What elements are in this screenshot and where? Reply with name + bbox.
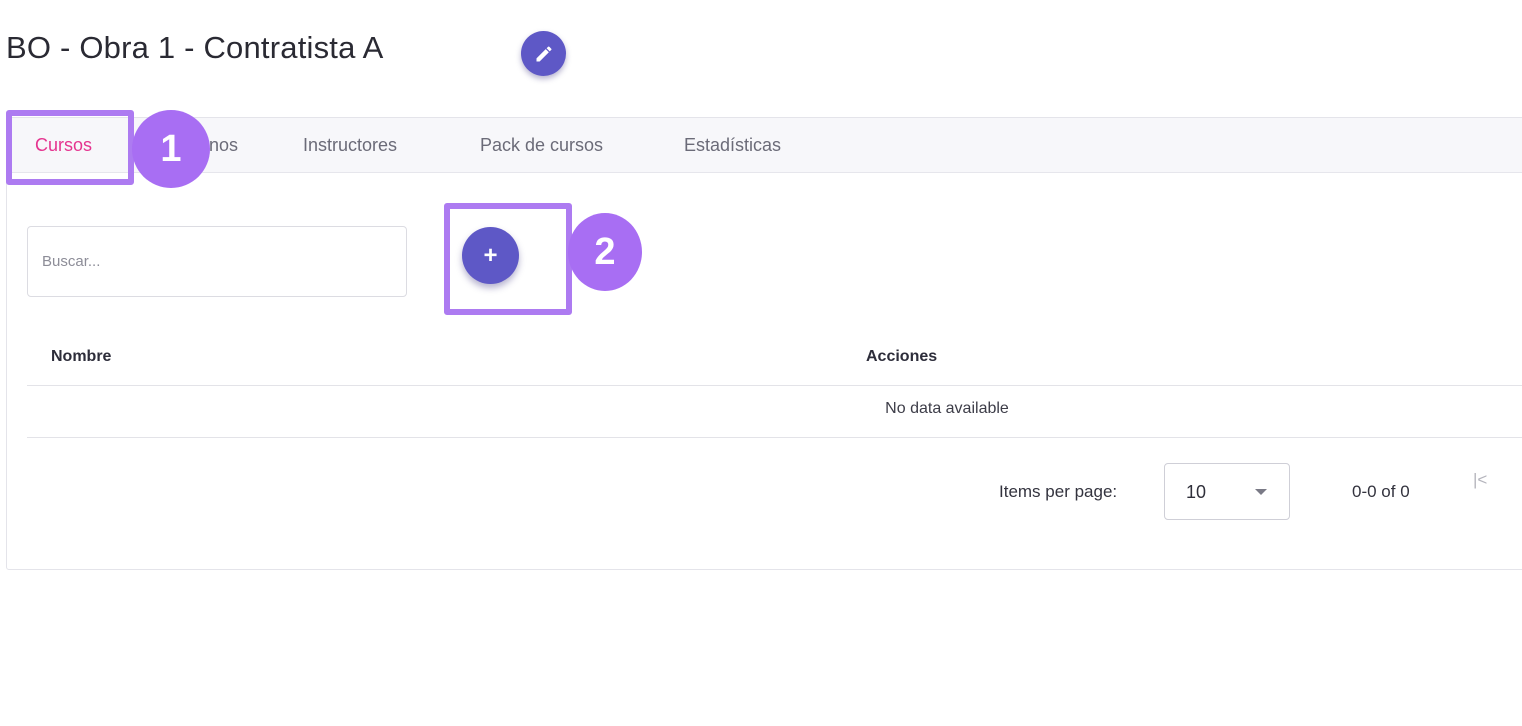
page: BO - Obra 1 - Contratista A Cursos nos I… [0,0,1522,726]
add-course-button[interactable]: + [462,227,519,284]
table-footer-divider [27,437,1522,438]
step-badge-2: 2 [568,213,642,291]
empty-state-text: No data available [885,400,1009,417]
step-badge-1: 1 [132,110,210,188]
items-per-page-value: 10 [1186,482,1207,502]
tab-pack-de-cursos[interactable]: Pack de cursos [480,118,603,172]
tab-alumnos[interactable]: nos [209,118,238,172]
items-per-page-label: Items per page: [999,482,1118,501]
first-page-icon[interactable]: |< [1473,470,1487,490]
table-empty-row: No data available [27,386,1522,438]
column-header-nombre[interactable]: Nombre [51,348,111,366]
items-per-page-select[interactable]: 10 [1164,463,1290,520]
pencil-icon [536,45,552,61]
tab-bar: Cursos nos Instructores Pack de cursos E… [7,118,1522,173]
courses-card: Cursos nos Instructores Pack de cursos E… [6,117,1522,570]
pagination-range: 0-0 of 0 [1352,482,1410,501]
page-title: BO - Obra 1 - Contratista A [6,30,384,65]
edit-title-button[interactable] [521,31,566,76]
caret-down-icon [1255,489,1267,495]
highlight-box-1 [6,110,134,185]
column-header-acciones: Acciones [866,348,938,365]
search-input[interactable] [27,226,407,297]
tab-instructores[interactable]: Instructores [303,118,397,172]
plus-icon: + [483,241,498,269]
tab-estadisticas[interactable]: Estadísticas [684,118,781,172]
